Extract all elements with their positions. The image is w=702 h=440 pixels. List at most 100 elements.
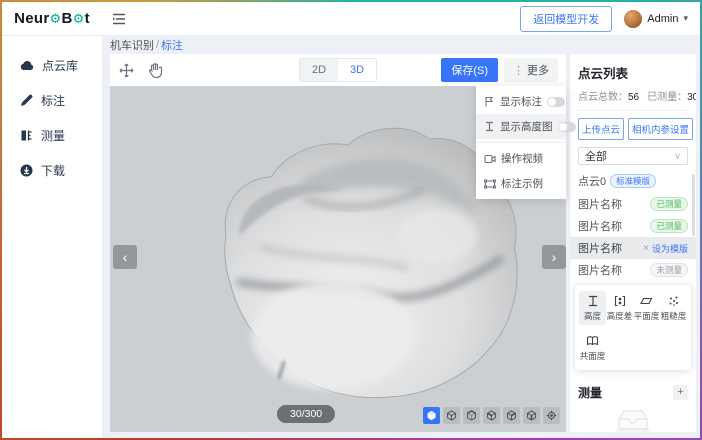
row-actions: × 设为模版 <box>643 242 688 255</box>
tool-label: 高度差 <box>607 310 633 322</box>
breadcrumb-current: 标注 <box>161 37 183 53</box>
flatness-icon <box>640 295 653 307</box>
view-mode-3d[interactable]: 3D <box>338 59 376 81</box>
app-frame: Neur⚙B⚙t 返回模型开发 Admin ▾ 点云库 <box>0 0 702 440</box>
image-name: 图片名称 <box>578 240 622 256</box>
measured-tag: 已测量 <box>650 219 688 233</box>
menu-item-annotation-example[interactable]: 标注示例 <box>476 171 566 196</box>
sidebar-item-label: 点云库 <box>42 57 78 74</box>
flag-icon <box>484 96 495 107</box>
prev-image-button[interactable]: ‹ <box>113 245 137 269</box>
view-back-button[interactable] <box>463 407 480 424</box>
menu-item-label: 操作视频 <box>501 151 558 166</box>
cloud-icon <box>20 60 34 71</box>
canvas-column: 2D 3D 保存(S) ⋮更多 显示标注 <box>110 54 566 432</box>
view-right-button[interactable] <box>503 407 520 424</box>
pan-hand-icon[interactable] <box>147 62 163 79</box>
image-list-item[interactable]: 图片名称 已测量 <box>570 193 696 215</box>
add-measure-button[interactable]: + <box>673 385 688 400</box>
sidebar-item-download[interactable]: 下载 <box>2 153 102 188</box>
logo-gear-icon: ⚙ <box>50 11 62 26</box>
sidebar: 点云库 标注 测量 下载 <box>2 35 102 438</box>
sidebar-item-measure[interactable]: 测量 <box>2 118 102 153</box>
breadcrumb-separator: / <box>156 39 159 51</box>
tool-flatness[interactable]: 平面度 <box>633 291 660 325</box>
pen-icon <box>20 94 33 107</box>
camera-intrinsics-button[interactable]: 相机内参设置 <box>628 118 693 140</box>
tool-coplanarity[interactable]: 共面度 <box>579 331 606 365</box>
template-tag: 标准模版 <box>610 174 656 188</box>
show-heightmap-toggle[interactable] <box>558 122 576 132</box>
pointcloud-name: 点云0 <box>578 173 606 189</box>
show-annotations-toggle[interactable] <box>547 97 565 107</box>
sidebar-item-annotate[interactable]: 标注 <box>2 83 102 118</box>
video-icon <box>484 154 496 164</box>
view-iso-button[interactable] <box>423 407 440 424</box>
tool-roughness[interactable]: 粗糙度 <box>660 291 687 325</box>
next-image-button[interactable]: › <box>542 245 566 269</box>
avatar <box>624 10 642 28</box>
content-row: 2D 3D 保存(S) ⋮更多 显示标注 <box>110 54 696 432</box>
save-button[interactable]: 保存(S) <box>441 58 498 82</box>
tool-height[interactable]: 高度 <box>579 291 606 325</box>
top-header: Neur⚙B⚙t 返回模型开发 Admin ▾ <box>2 2 700 35</box>
menu-item-show-annotations[interactable]: 显示标注 <box>476 89 566 114</box>
tool-label: 粗糙度 <box>661 310 687 322</box>
sidebar-item-label: 测量 <box>41 127 65 144</box>
app-logo: Neur⚙B⚙t <box>14 10 90 27</box>
more-button[interactable]: ⋮更多 <box>504 58 558 82</box>
tool-label: 共面度 <box>580 350 606 362</box>
logo-text: B <box>61 10 72 27</box>
measured-count: 已测量：30 <box>647 88 696 103</box>
view-left-button[interactable] <box>483 407 500 424</box>
panel-stats: 点云总数：56 已测量：30 <box>578 88 688 103</box>
filter-selected-value: 全部 <box>585 148 607 164</box>
user-menu[interactable]: Admin ▾ <box>624 10 688 28</box>
sidebar-item-label: 下载 <box>41 162 65 179</box>
back-to-model-dev-button[interactable]: 返回模型开发 <box>520 6 612 32</box>
pointcloud-group-row[interactable]: 点云0 标准模版 <box>570 165 696 193</box>
header-right: 返回模型开发 Admin ▾ <box>520 6 700 32</box>
sidebar-item-pointcloud-library[interactable]: 点云库 <box>2 48 102 83</box>
sidebar-collapse-icon[interactable] <box>112 13 126 25</box>
upload-pointcloud-button[interactable]: 上传点云 <box>578 118 624 140</box>
measure-section-title: 测量 <box>578 384 602 401</box>
menu-divider <box>476 142 566 143</box>
panel-buttons: 上传点云 相机内参设置 <box>570 111 696 140</box>
frame-icon <box>484 179 496 189</box>
main-area: 机车识别 / 标注 <box>102 35 700 438</box>
panel-header: 点云列表 点云总数：56 已测量：30 <box>570 54 696 111</box>
image-list-item[interactable]: 图片名称 未测量 <box>570 259 696 281</box>
pointcloud-list-panel: 点云列表 点云总数：56 已测量：30 上传点云 相机内参设置 全部 ∨ <box>570 54 696 432</box>
reset-view-button[interactable] <box>543 407 560 424</box>
view-mode-2d[interactable]: 2D <box>300 59 338 81</box>
download-icon <box>20 164 33 177</box>
logo-text: t <box>85 10 90 27</box>
image-list-item[interactable]: 图片名称 已测量 <box>570 215 696 237</box>
app-body: 点云库 标注 测量 下载 <box>2 35 700 438</box>
tool-label: 高度 <box>584 310 601 322</box>
filter-select[interactable]: 全部 ∨ <box>578 147 688 165</box>
tool-label: 平面度 <box>634 310 660 322</box>
tool-height-diff[interactable]: 高度差 <box>606 291 633 325</box>
panel-scrollbar[interactable] <box>692 174 695 236</box>
view-front-button[interactable] <box>443 407 460 424</box>
menu-item-label: 显示高度图 <box>500 119 553 134</box>
menu-item-tutorial-video[interactable]: 操作视频 <box>476 146 566 171</box>
menu-item-show-heightmap[interactable]: 显示高度图 <box>476 114 566 139</box>
move-tool-icon[interactable] <box>118 62 135 79</box>
empty-box-icon <box>611 401 655 432</box>
close-icon[interactable]: × <box>643 243 649 254</box>
image-list-item-selected[interactable]: 图片名称 × 设为模版 <box>570 237 696 259</box>
breadcrumb-parent[interactable]: 机车识别 <box>110 37 154 53</box>
image-name: 图片名称 <box>578 196 622 212</box>
toolbar-right: 保存(S) ⋮更多 <box>441 58 558 82</box>
set-as-template-link[interactable]: 设为模版 <box>652 242 688 255</box>
unmeasured-tag: 未测量 <box>650 263 688 277</box>
view-top-button[interactable] <box>523 407 540 424</box>
logo-text: Neur <box>14 10 49 27</box>
panel-title: 点云列表 <box>578 63 688 82</box>
menu-item-label: 显示标注 <box>500 94 542 109</box>
measured-tag: 已测量 <box>650 197 688 211</box>
logo-area: Neur⚙B⚙t <box>2 10 102 27</box>
